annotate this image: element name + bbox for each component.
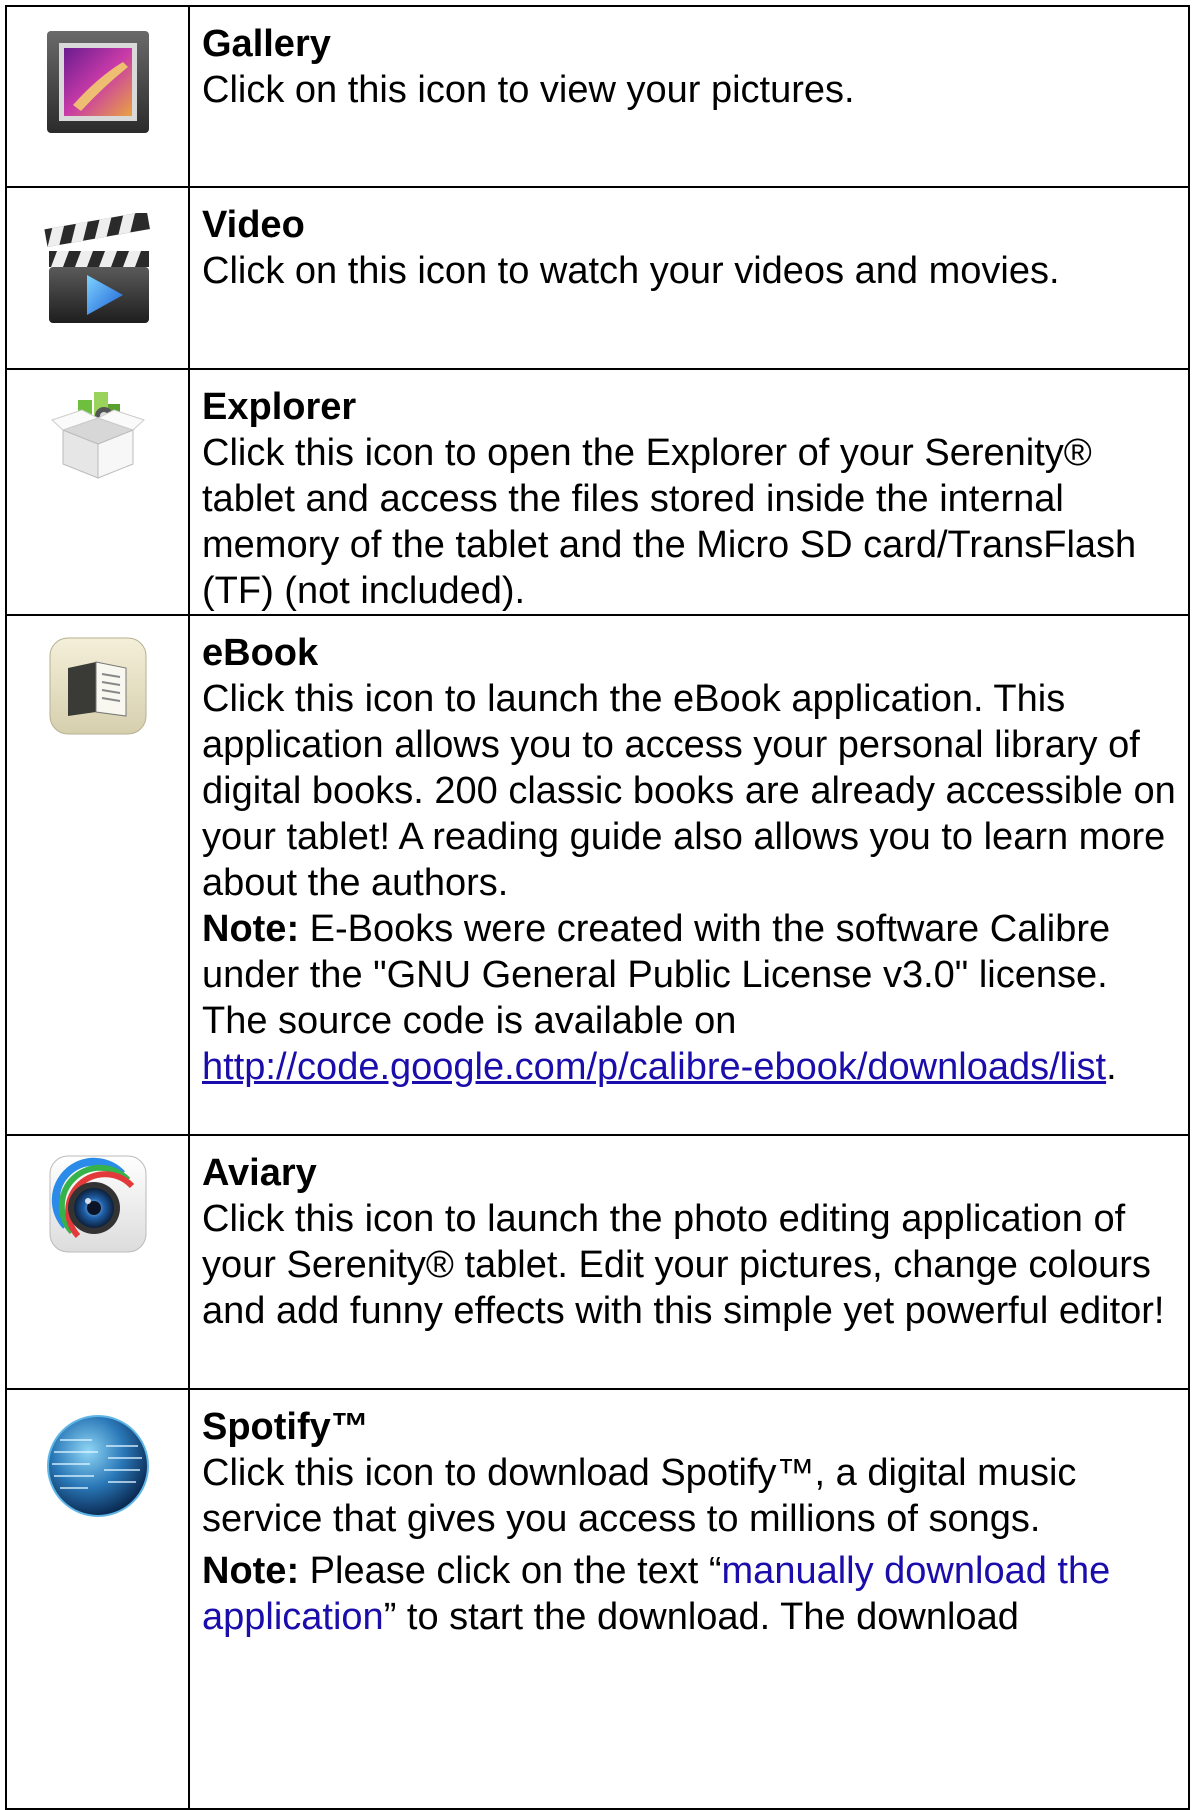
icon-cell (5, 368, 190, 616)
gallery-icon[interactable] (43, 27, 153, 137)
camera-lens-icon[interactable] (46, 1152, 150, 1256)
row-title: Video (202, 204, 305, 246)
text-cell: Gallery Click on this icon to view your … (188, 5, 1190, 188)
text-cell: Explorer Click this icon to open the Exp… (188, 368, 1190, 616)
note-text: Please click on the text “ (299, 1550, 722, 1592)
text-cell: Spotify™ Click this icon to download Spo… (188, 1388, 1190, 1810)
note-end: ” to start the download. The download (383, 1596, 1019, 1638)
globe-icon[interactable] (42, 1410, 154, 1522)
row-title: Spotify™ (202, 1406, 369, 1448)
table-row-spotify: Spotify™ Click this icon to download Spo… (5, 1388, 1190, 1810)
clapperboard-icon[interactable] (39, 213, 157, 331)
note-label: Note: (202, 908, 300, 950)
table-row-ebook: eBook Click this icon to launch the eBoo… (5, 614, 1190, 1136)
row-title: Explorer (202, 386, 357, 428)
box-icon[interactable] (48, 382, 148, 482)
calibre-source-link[interactable]: http://code.google.com/p/calibre-ebook/d… (202, 1046, 1106, 1088)
row-title: Gallery (202, 23, 331, 65)
table-row-gallery: Gallery Click on this icon to view your … (5, 5, 1190, 188)
row-description: Click this icon to launch the eBook appl… (202, 678, 1176, 904)
table-row-aviary: Aviary Click this icon to launch the pho… (5, 1134, 1190, 1390)
note-paragraph: Note: E-Books were created with the soft… (202, 906, 1176, 1090)
icon-cell (5, 1134, 190, 1390)
note-text: E-Books were created with the software C… (202, 908, 1111, 1042)
icon-cell (5, 186, 190, 370)
row-description: Click this icon to launch the photo edit… (202, 1198, 1165, 1332)
icon-cell (5, 5, 190, 188)
icon-cell (5, 614, 190, 1136)
row-description: Click on this icon to watch your videos … (202, 250, 1060, 292)
table-row-explorer: Explorer Click this icon to open the Exp… (5, 368, 1190, 616)
text-cell: eBook Click this icon to launch the eBoo… (188, 614, 1190, 1136)
app-description-table: Gallery Click on this icon to view your … (5, 5, 1190, 1810)
row-description: Click on this icon to view your pictures… (202, 69, 855, 111)
table-row-video: Video Click on this icon to watch your v… (5, 186, 1190, 370)
note-label: Note: (202, 1550, 300, 1592)
note-end: . (1106, 1046, 1117, 1088)
row-description: Click this icon to download Spotify™, a … (202, 1452, 1077, 1540)
row-description: Click this icon to open the Explorer of … (202, 432, 1137, 612)
text-cell: Aviary Click this icon to launch the pho… (188, 1134, 1190, 1390)
row-title: Aviary (202, 1152, 317, 1194)
icon-cell (5, 1388, 190, 1810)
note-paragraph: Note: Please click on the text “manually… (202, 1548, 1176, 1640)
text-cell: Video Click on this icon to watch your v… (188, 186, 1190, 370)
book-icon[interactable] (46, 634, 150, 738)
row-title: eBook (202, 632, 319, 674)
